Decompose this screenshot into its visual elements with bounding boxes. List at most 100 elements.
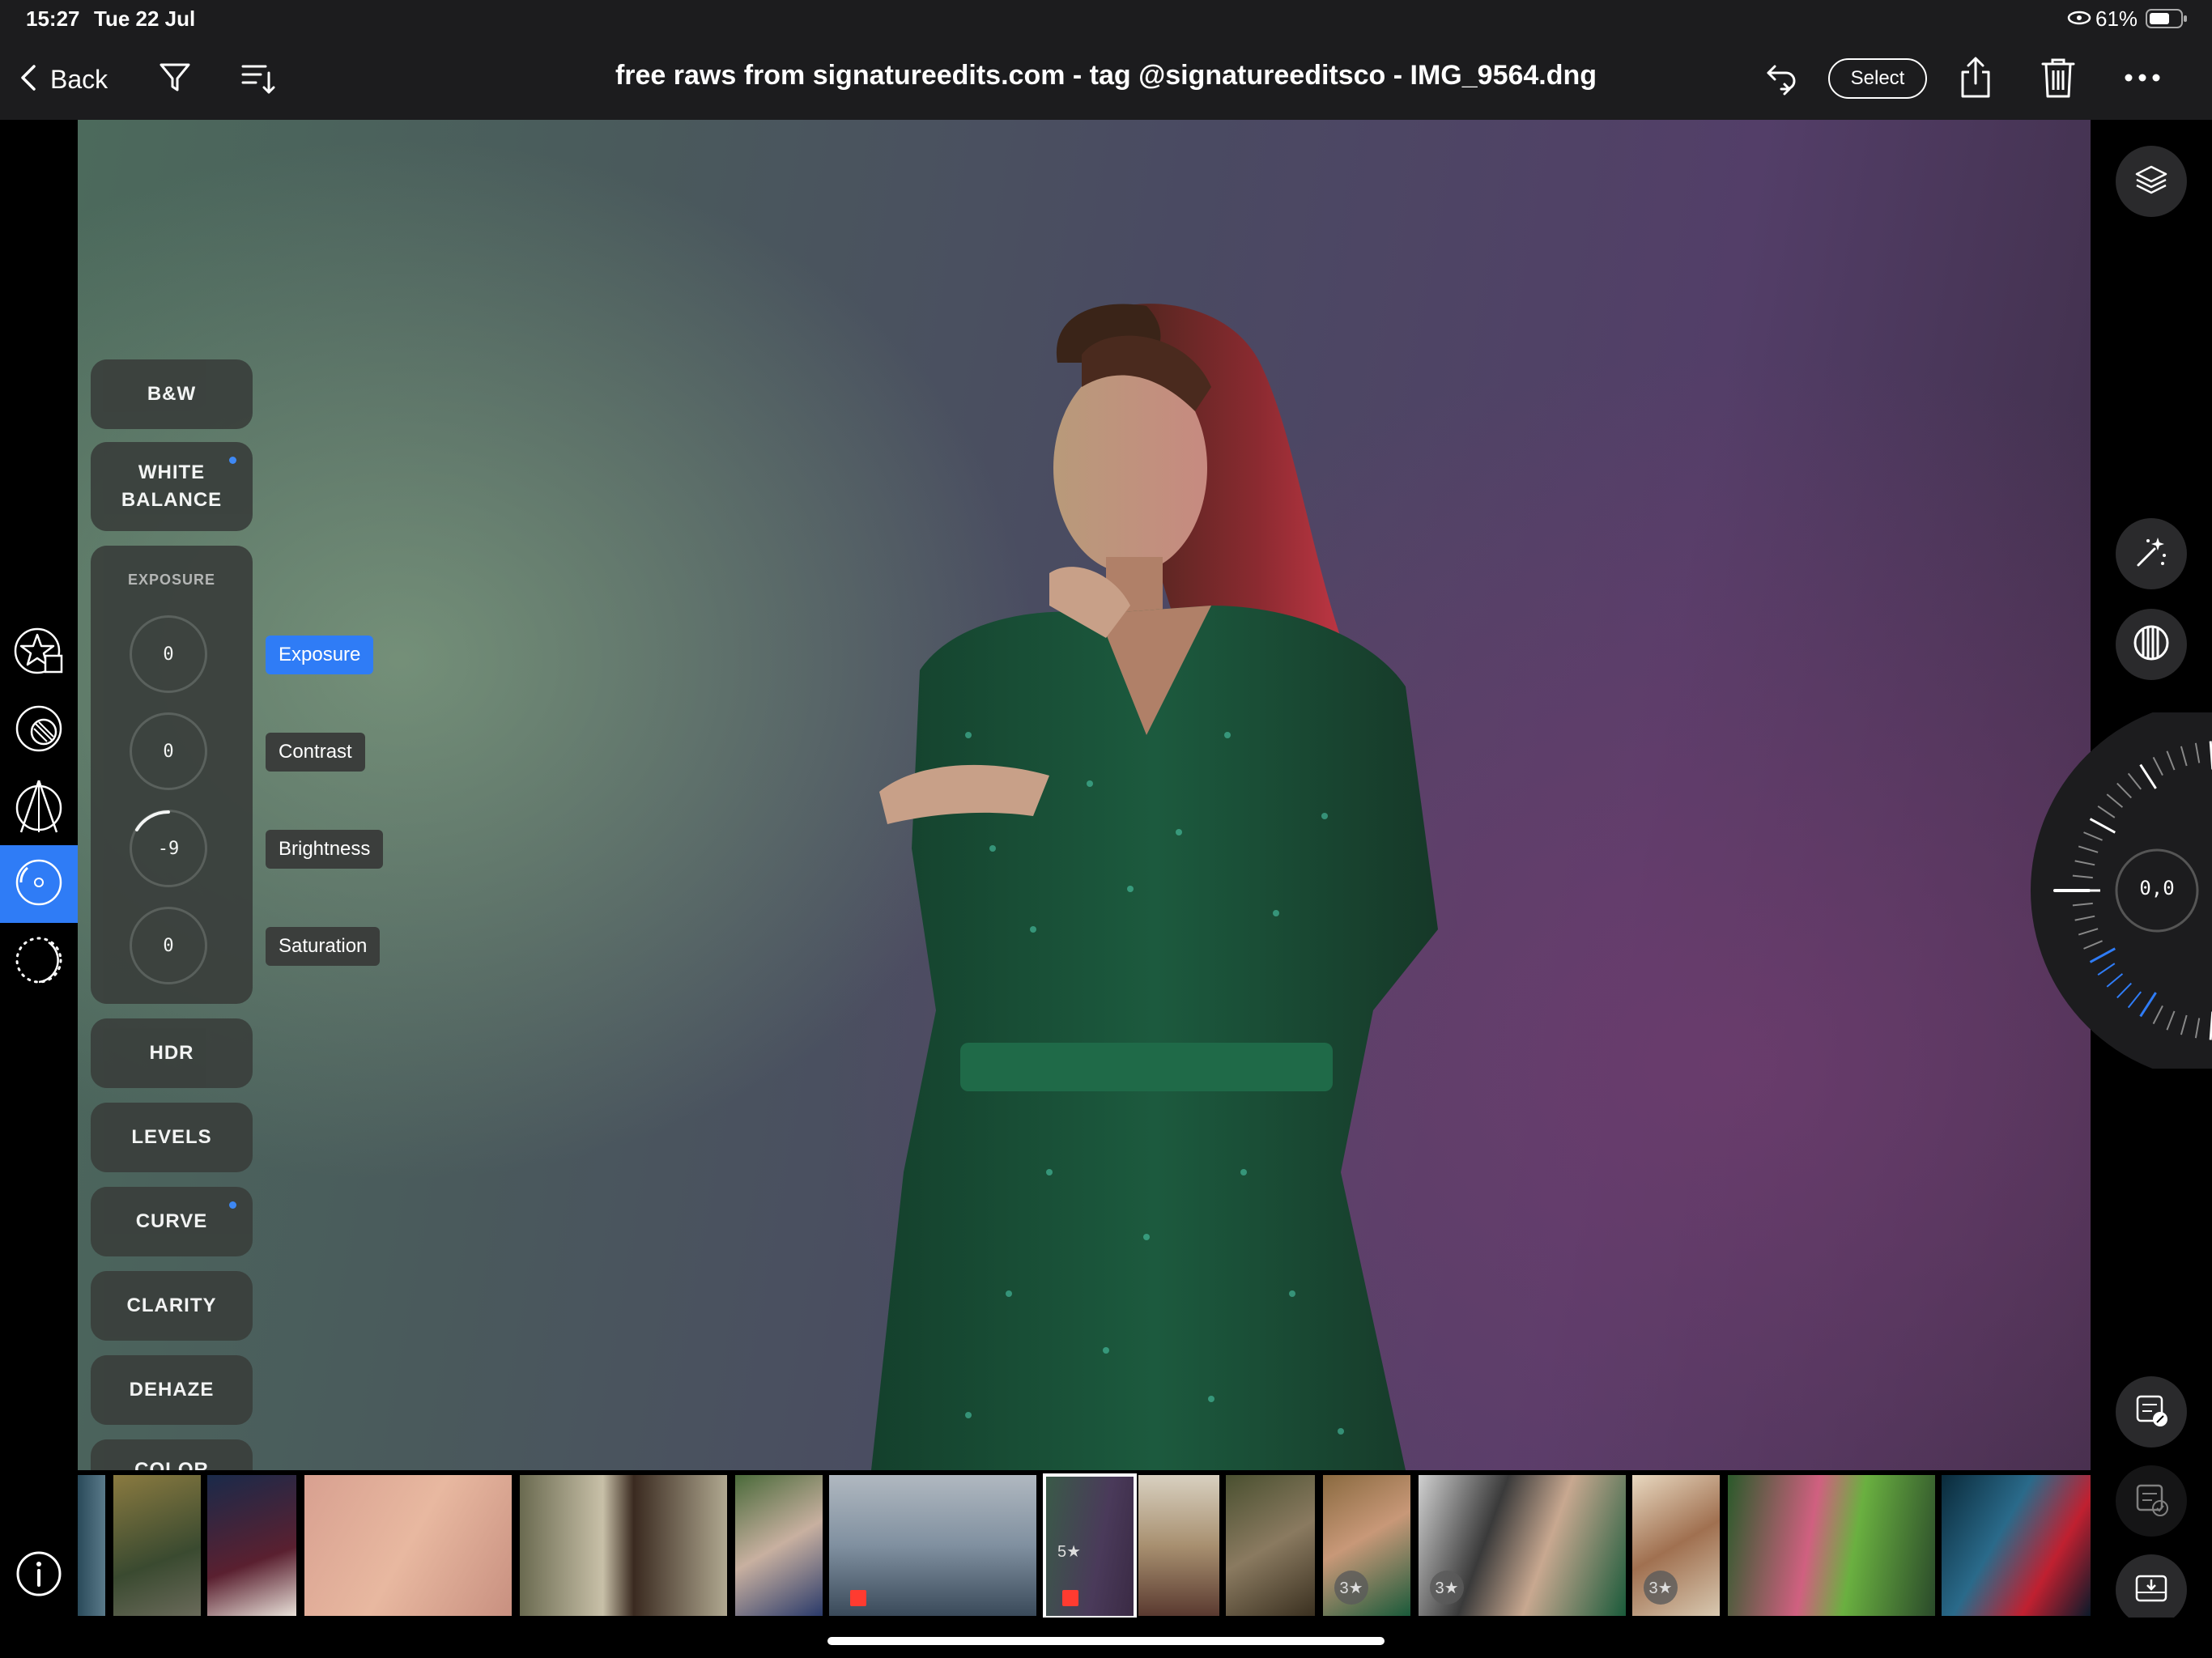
- masks-button[interactable]: [11, 703, 66, 758]
- filmstrip[interactable]: 5★ 3★ 3★ 3★: [78, 1470, 2091, 1618]
- brightness-label-chip[interactable]: Brightness: [266, 830, 384, 869]
- exposure-dial[interactable]: 0: [130, 615, 207, 693]
- color-tool-button[interactable]: COLOR: [91, 1439, 253, 1470]
- modified-indicator-dot: [229, 1201, 236, 1209]
- photo-canvas[interactable]: [78, 120, 2091, 1470]
- filmstrip-thumbnail[interactable]: [1138, 1475, 1219, 1616]
- sort-icon: [240, 60, 275, 100]
- adjust-tool-button-active[interactable]: [0, 845, 78, 923]
- color-label: COLOR: [134, 1459, 209, 1470]
- export-button[interactable]: [2116, 1554, 2187, 1626]
- perspective-icon: [13, 779, 65, 838]
- filmstrip-thumbnail-selected[interactable]: 5★: [1043, 1473, 1137, 1618]
- magic-wand-icon: [2133, 534, 2169, 574]
- share-icon: [1958, 56, 1993, 104]
- copy-settings-button[interactable]: [2116, 1376, 2187, 1448]
- copy-adjustments-icon: [2133, 1392, 2170, 1433]
- saturation-dial[interactable]: 0: [130, 907, 207, 984]
- filmstrip-thumbnail[interactable]: [1728, 1475, 1935, 1616]
- filmstrip-thumbnail[interactable]: [113, 1475, 201, 1616]
- bottom-bar: [0, 1618, 2212, 1658]
- selected-rating: 5★: [1057, 1543, 1082, 1561]
- select-button[interactable]: Select: [1828, 58, 1927, 99]
- rating-badge: 3★: [1644, 1571, 1678, 1605]
- back-button[interactable]: Back: [19, 58, 108, 100]
- dotted-circle-icon: [13, 934, 65, 990]
- filmstrip-thumbnail[interactable]: [829, 1475, 1036, 1616]
- undo-button[interactable]: [1757, 57, 1802, 102]
- page-title: free raws from signatureedits.com - tag …: [615, 60, 1597, 91]
- value-wheel[interactable]: 0,0: [2031, 712, 2212, 1069]
- exposure-panel-header: EXPOSURE: [127, 572, 216, 588]
- status-bar: 15:27 Tue 22 Jul 61%: [0, 0, 2212, 39]
- filmstrip-thumbnail[interactable]: [304, 1475, 512, 1616]
- dial-adjust-icon: [13, 857, 65, 912]
- brightness-dial-arc: [135, 810, 170, 831]
- curve-label: CURVE: [135, 1210, 208, 1232]
- filmstrip-thumbnail[interactable]: [1942, 1475, 2091, 1616]
- trash-icon: [2040, 56, 2076, 104]
- paste-settings-button[interactable]: [2116, 1465, 2187, 1537]
- star-presets-icon: [13, 625, 65, 681]
- status-date: Tue 22 Jul: [94, 6, 196, 31]
- dehaze-tool-button[interactable]: DEHAZE: [91, 1355, 253, 1425]
- white-balance-label-line2: BALANCE: [121, 489, 223, 511]
- rating-badge: 3★: [1334, 1571, 1368, 1605]
- filter-button[interactable]: [154, 58, 196, 100]
- back-label: Back: [50, 64, 108, 94]
- curve-tool-button[interactable]: CURVE: [91, 1187, 253, 1256]
- sort-button[interactable]: [236, 58, 279, 100]
- clarity-tool-button[interactable]: CLARITY: [91, 1271, 253, 1341]
- filmstrip-thumbnail[interactable]: [520, 1475, 727, 1616]
- exposure-panel: EXPOSURE 0 0 -9 0: [91, 546, 253, 1004]
- battery-icon: [2146, 8, 2188, 33]
- filmstrip-thumbnail[interactable]: 3★: [1419, 1475, 1626, 1616]
- red-flag-icon: [1062, 1590, 1078, 1606]
- share-button[interactable]: [1953, 55, 1998, 104]
- download-tray-icon: [2133, 1570, 2170, 1611]
- filmstrip-thumbnail[interactable]: [735, 1475, 823, 1616]
- more-icon: [2124, 72, 2161, 87]
- auto-enhance-button[interactable]: [2116, 518, 2187, 589]
- layers-button[interactable]: [2116, 146, 2187, 217]
- more-button[interactable]: [2120, 58, 2165, 100]
- paste-adjustments-icon: [2133, 1481, 2170, 1522]
- info-button[interactable]: [11, 1548, 66, 1603]
- rating-badge: 3★: [1430, 1571, 1464, 1605]
- cloud-sync-icon: [2066, 8, 2092, 32]
- home-indicator[interactable]: [827, 1637, 1385, 1645]
- presets-button[interactable]: [11, 625, 66, 680]
- split-view-icon: [2132, 623, 2171, 666]
- geometry-button[interactable]: [11, 780, 66, 835]
- delete-button[interactable]: [2035, 55, 2081, 104]
- levels-tool-button[interactable]: LEVELS: [91, 1103, 253, 1172]
- brightness-dial[interactable]: -9: [130, 810, 207, 887]
- filmstrip-thumbnail[interactable]: [207, 1475, 296, 1616]
- layers-icon: [2133, 162, 2169, 202]
- filmstrip-thumbnail[interactable]: [1226, 1475, 1315, 1616]
- modified-indicator-dot: [229, 457, 236, 464]
- photo-subject: [871, 304, 1438, 1470]
- red-flag-icon: [850, 1590, 866, 1606]
- value-wheel-readout: 0,0: [2139, 877, 2175, 899]
- info-icon: [15, 1550, 63, 1602]
- top-toolbar: Back free raws from signatureedits.com -…: [0, 39, 2212, 120]
- filmstrip-thumbnail[interactable]: 3★: [1632, 1475, 1720, 1616]
- filmstrip-thumbnail[interactable]: 3★: [1323, 1475, 1410, 1616]
- chevron-left-icon: [19, 63, 37, 96]
- filmstrip-thumbnail[interactable]: [78, 1475, 105, 1616]
- battery-percent: 61%: [2095, 6, 2138, 31]
- mask-circles-icon: [13, 703, 65, 759]
- saturation-label-chip[interactable]: Saturation: [266, 927, 381, 966]
- compare-button[interactable]: [2116, 609, 2187, 680]
- contrast-dial[interactable]: 0: [130, 712, 207, 790]
- white-balance-label-line1: WHITE: [138, 461, 206, 483]
- exposure-label-chip[interactable]: Exposure: [266, 636, 374, 674]
- bw-tool-button[interactable]: B&W: [91, 359, 253, 429]
- effects-button[interactable]: [11, 934, 66, 989]
- white-balance-tool-button[interactable]: WHITE BALANCE: [91, 442, 253, 531]
- hdr-tool-button[interactable]: HDR: [91, 1018, 253, 1088]
- status-time: 15:27: [26, 6, 80, 31]
- undo-icon: [1760, 58, 1799, 101]
- contrast-label-chip[interactable]: Contrast: [266, 733, 365, 772]
